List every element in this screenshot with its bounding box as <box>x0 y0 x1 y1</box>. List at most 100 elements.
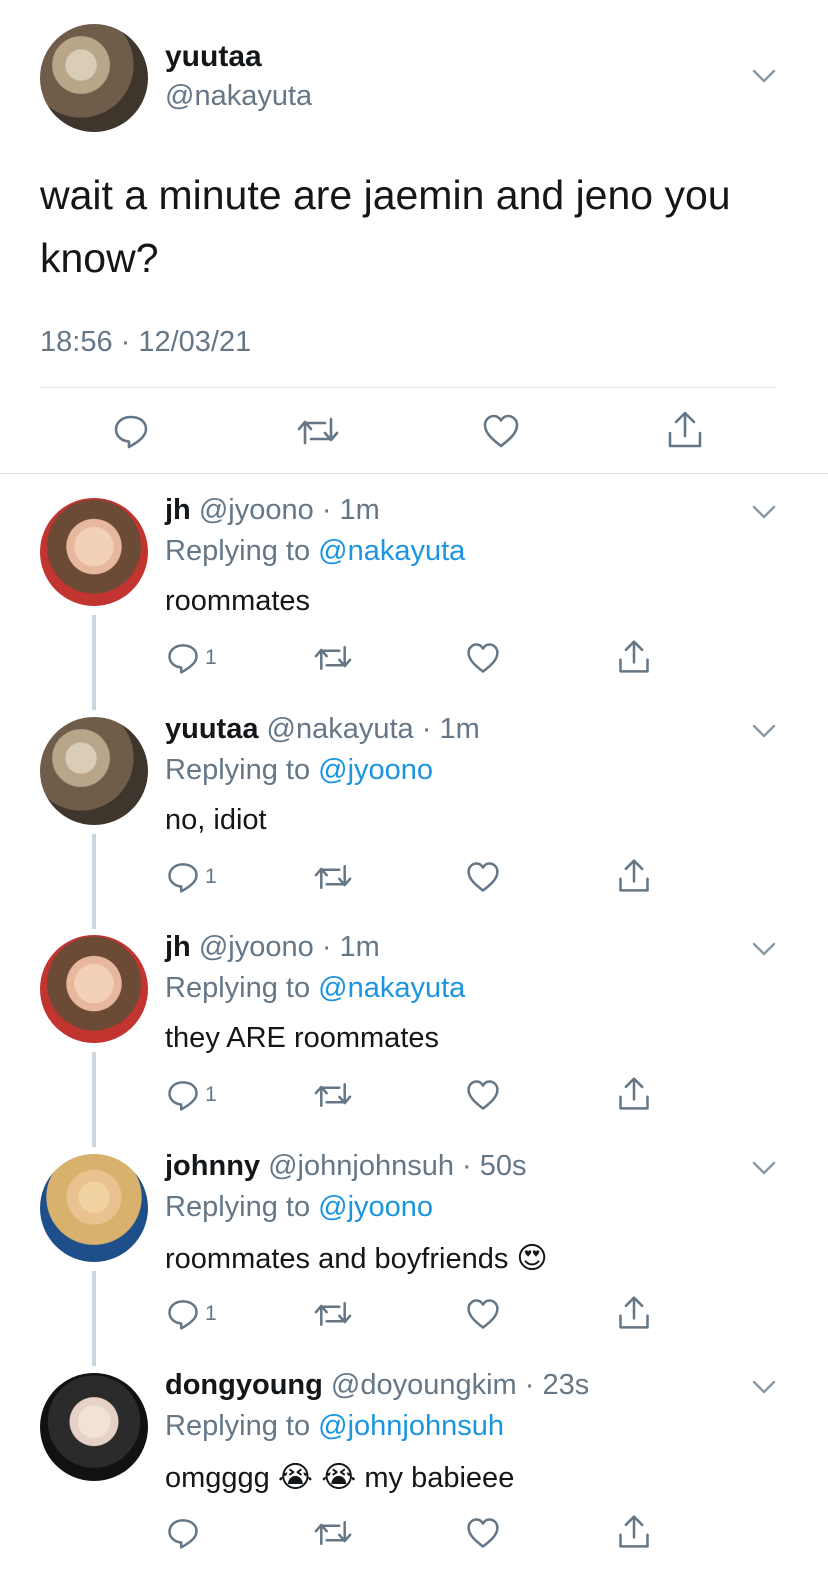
retweet-icon <box>314 1082 352 1108</box>
reply-header: jh @jyoono · 1m <box>165 494 380 527</box>
share-button[interactable] <box>616 1294 652 1332</box>
tweet-timestamp: 18:56 · 12/03/21 <box>40 326 252 358</box>
retweet-button[interactable] <box>295 410 341 452</box>
handle[interactable]: @johnjohnsuh <box>268 1150 454 1182</box>
replying-to-link[interactable]: @jyoono <box>318 754 433 786</box>
replying-to-label: Replying to <box>165 1410 311 1442</box>
reply-text-part-2: my babieee <box>364 1462 515 1494</box>
chevron-down-icon <box>752 942 776 956</box>
like-icon <box>467 862 499 892</box>
like-button[interactable] <box>465 1077 501 1113</box>
reply-count: 1 <box>205 865 217 888</box>
reply-icon <box>168 1081 198 1111</box>
reply-button[interactable]: 1 <box>165 1077 217 1113</box>
display-name[interactable]: johnny <box>165 1150 260 1182</box>
handle[interactable]: @nakayuta <box>165 80 312 113</box>
avatar[interactable] <box>40 935 148 1043</box>
avatar[interactable] <box>40 717 148 825</box>
reply-text: roommates <box>165 585 311 617</box>
like-icon <box>467 1299 499 1329</box>
display-name[interactable]: jh <box>165 931 191 963</box>
share-icon <box>619 1515 649 1548</box>
share-icon <box>619 1296 649 1329</box>
display-name[interactable]: jh <box>165 494 191 526</box>
display-name[interactable]: dongyoung <box>165 1369 323 1401</box>
replying-to-label: Replying to <box>165 754 311 786</box>
reply-button[interactable]: 1 <box>165 1296 217 1332</box>
handle[interactable]: @nakayuta <box>267 713 414 745</box>
share-button[interactable] <box>616 857 652 895</box>
like-button[interactable] <box>465 640 501 676</box>
more-options-button[interactable] <box>750 719 778 743</box>
replying-to: Replying to @nakayuta <box>165 535 465 568</box>
retweet-button[interactable] <box>313 859 353 895</box>
retweet-icon <box>314 1301 352 1327</box>
share-button[interactable] <box>616 1075 652 1113</box>
reply-time: · 1m <box>321 931 380 963</box>
reply-button[interactable]: 1 <box>165 640 217 676</box>
avatar[interactable] <box>40 498 148 606</box>
heart-eyes-emoji: 😍 <box>516 1242 548 1275</box>
reply-time: · 1m <box>321 494 380 526</box>
reply-button[interactable] <box>165 1515 205 1551</box>
reply-count: 1 <box>205 1083 217 1106</box>
display-name[interactable]: yuutaa <box>165 713 258 745</box>
handle[interactable]: @jyoono <box>199 494 314 526</box>
reply-button[interactable]: 1 <box>165 859 217 895</box>
handle[interactable]: @doyoungkim <box>331 1369 517 1401</box>
reply-header: yuutaa @nakayuta · 1m <box>165 713 480 746</box>
retweet-button[interactable] <box>313 640 353 676</box>
like-button[interactable] <box>465 1296 501 1332</box>
reply-count: 1 <box>205 646 217 669</box>
more-options-button[interactable] <box>750 64 778 88</box>
like-icon <box>467 1080 499 1110</box>
like-icon <box>467 1518 499 1548</box>
more-options-button[interactable] <box>750 937 778 961</box>
replying-to-link[interactable]: @nakayuta <box>318 535 465 567</box>
thread-line <box>92 1271 96 1366</box>
reply-text: omgggg 😭 😭 my babieee <box>165 1460 514 1495</box>
replying-to: Replying to @jyoono <box>165 754 433 787</box>
retweet-button[interactable] <box>313 1296 353 1332</box>
reply-button[interactable] <box>110 410 152 452</box>
more-options-button[interactable] <box>750 1156 778 1180</box>
handle[interactable]: @jyoono <box>199 931 314 963</box>
chevron-down-icon <box>752 69 776 83</box>
replying-to-label: Replying to <box>165 535 311 567</box>
like-button[interactable] <box>465 1515 501 1551</box>
like-icon <box>467 643 499 673</box>
replying-to-label: Replying to <box>165 1191 311 1223</box>
reply-icon <box>168 1519 198 1549</box>
reply-header: johnny @johnjohnsuh · 50s <box>165 1150 527 1183</box>
reply-time: · 23s <box>524 1369 590 1401</box>
reply-header: jh @jyoono · 1m <box>165 931 380 964</box>
section-divider <box>0 473 828 474</box>
more-options-button[interactable] <box>750 1375 778 1399</box>
share-button[interactable] <box>616 638 652 676</box>
more-options-button[interactable] <box>750 500 778 524</box>
replying-to: Replying to @johnjohnsuh <box>165 1410 504 1443</box>
replying-to-link[interactable]: @nakayuta <box>318 972 465 1004</box>
retweet-button[interactable] <box>313 1077 353 1113</box>
avatar[interactable] <box>40 1154 148 1262</box>
avatar[interactable] <box>40 1373 148 1481</box>
reply-text: they ARE roommates <box>165 1022 439 1054</box>
retweet-icon <box>314 1520 352 1546</box>
retweet-icon <box>297 417 339 445</box>
share-icon <box>619 640 649 673</box>
retweet-button[interactable] <box>313 1515 353 1551</box>
like-button[interactable] <box>465 859 501 895</box>
reply-count: 1 <box>205 1302 217 1325</box>
share-button[interactable] <box>664 408 706 452</box>
like-button[interactable] <box>480 410 522 452</box>
share-button[interactable] <box>616 1513 652 1551</box>
display-name[interactable]: yuutaa <box>165 40 262 74</box>
replying-to-link[interactable]: @johnjohnsuh <box>318 1410 504 1442</box>
reply-icon <box>168 863 198 893</box>
tweet-text: wait a minute are jaemin and jeno you kn… <box>40 172 731 281</box>
replying-to-link[interactable]: @jyoono <box>318 1191 433 1223</box>
replying-to-label: Replying to <box>165 972 311 1004</box>
thread-line <box>92 834 96 929</box>
avatar[interactable] <box>40 24 148 132</box>
divider <box>40 387 777 388</box>
